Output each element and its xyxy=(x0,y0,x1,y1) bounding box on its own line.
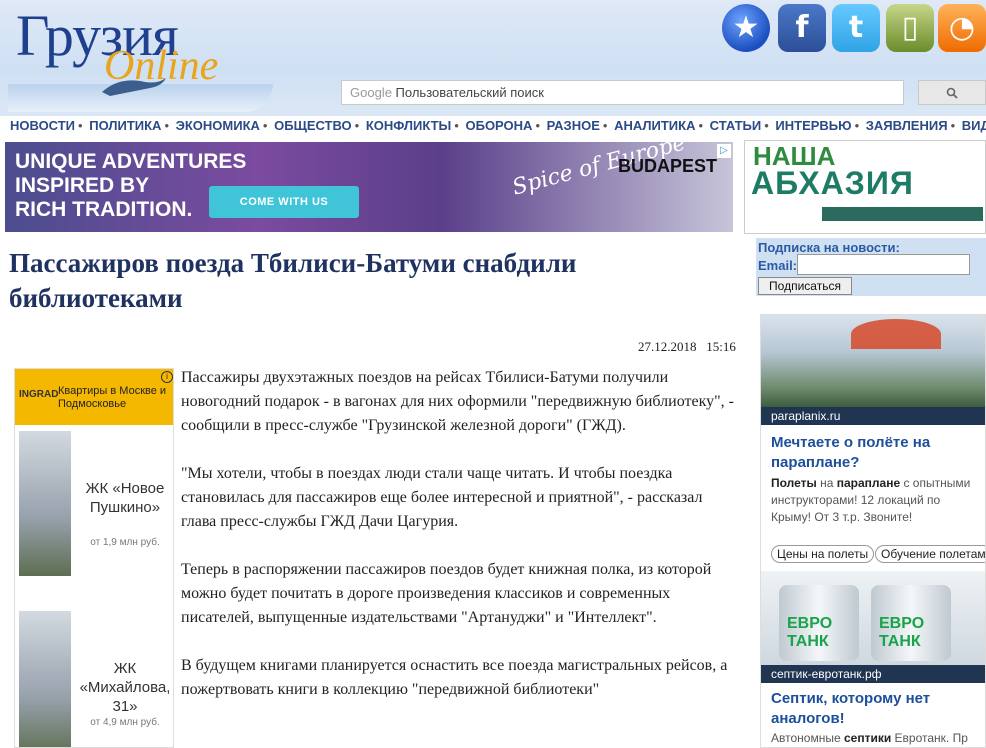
nav-analytics[interactable]: АНАЛИТИКА xyxy=(614,118,695,133)
logo-online: Online xyxy=(104,43,219,89)
article-body: Пассажиры двухэтажных поездов на рейсах … xyxy=(181,366,741,726)
abkhazia-banner[interactable]: НАША АБХАЗИЯ xyxy=(744,140,986,234)
subscribe-button[interactable]: Подписаться xyxy=(758,277,852,295)
search-input[interactable]: Google Пользовательский поиск xyxy=(341,80,904,105)
nav-statements[interactable]: ЗАЯВЛЕНИЯ xyxy=(866,118,948,133)
ad-headline[interactable]: Мечтаете о полёте на параплане? xyxy=(771,433,981,473)
ad-link-training[interactable]: Обучение полетам xyxy=(875,545,985,563)
ad-domain[interactable]: paraplanix.ru xyxy=(761,407,985,425)
tank-image: ЕВРО ТАНК xyxy=(779,585,859,661)
pda-icon[interactable]: ▯ xyxy=(886,4,934,52)
site-header: Грузия Online ★ f t ▯ ◔ Google Пользоват… xyxy=(0,0,986,116)
facebook-icon[interactable]: f xyxy=(778,4,826,52)
nav-video[interactable]: ВИДЕО xyxy=(962,118,986,133)
search-icon xyxy=(946,87,958,99)
ad-headline: Квартиры в Москве и Подмосковье xyxy=(58,385,167,410)
budapest-banner-ad[interactable]: UNIQUE ADVENTURES INSPIRED BY RICH TRADI… xyxy=(5,142,733,232)
tank-image: ЕВРО ТАНК xyxy=(871,585,951,661)
adchoices-icon[interactable]: ▷ xyxy=(717,144,731,158)
nav-articles[interactable]: СТАТЬИ xyxy=(710,118,762,133)
ad-brand: INGRAD xyxy=(19,389,59,400)
banner-budapest-logo: BUDAPEST xyxy=(618,156,718,176)
email-label: Email: xyxy=(758,258,798,273)
ingrad-ad[interactable]: INGRAD Квартиры в Москве и Подмосковье i… xyxy=(14,368,174,748)
abkhazia-line2: АБХАЗИЯ xyxy=(751,165,914,201)
ad-item-price: от 4,9 млн руб. xyxy=(90,717,160,728)
ad-text: Автономные септики Евротанк. Пр xyxy=(771,731,968,745)
nav-economy[interactable]: ЭКОНОМИКА xyxy=(176,118,260,133)
subscribe-box: Подписка на новости: Email: Подписаться xyxy=(756,238,986,296)
ad-text: Полеты на параплане с опытными инструкто… xyxy=(771,476,971,524)
ad-headline[interactable]: Септик, которому нет аналогов! xyxy=(771,689,981,729)
favorite-star-icon[interactable]: ★ xyxy=(722,4,770,52)
twitter-icon[interactable]: t xyxy=(832,4,880,52)
abkhazia-flag-bar xyxy=(753,207,983,221)
paraglider-image xyxy=(761,315,985,407)
ad-link-prices[interactable]: Цены на полеты xyxy=(771,545,875,563)
ad-item-name[interactable]: ЖК «Новое Пушкино» xyxy=(77,479,173,517)
nav-defense[interactable]: ОБОРОНА xyxy=(465,118,532,133)
right-ad-column[interactable]: paraplanix.ru Мечтаете о полёте на парап… xyxy=(760,314,986,748)
nav-politics[interactable]: ПОЛИТИКА xyxy=(89,118,161,133)
article-title: Пассажиров поезда Тбилиси-Батуми снабдил… xyxy=(9,248,577,313)
ad-item-price: от 1,9 млн руб. xyxy=(90,537,160,548)
site-logo[interactable]: Грузия Online xyxy=(8,2,273,114)
nav-misc[interactable]: РАЗНОЕ xyxy=(547,118,600,133)
ad-domain[interactable]: септик-евротанк.рф xyxy=(761,665,985,683)
building-image xyxy=(19,611,71,747)
ad-item-name[interactable]: ЖК «Михайлова, 31» xyxy=(77,659,173,716)
subscribe-label: Подписка на новости: xyxy=(758,240,900,255)
search-button[interactable] xyxy=(918,80,986,105)
nav-news[interactable]: НОВОСТИ xyxy=(10,118,75,133)
email-field[interactable] xyxy=(797,254,970,275)
article-paragraph: "Мы хотели, чтобы в поездах люди стали ч… xyxy=(181,465,703,530)
nav-society[interactable]: ОБЩЕСТВО xyxy=(274,118,352,133)
article-date: 27.12.2018 15:16 xyxy=(638,339,736,354)
info-icon[interactable]: i xyxy=(161,371,173,383)
search-placeholder: Пользовательский поиск xyxy=(395,85,544,100)
article-paragraph: В будущем книгами планируется оснастить … xyxy=(181,657,728,698)
nav-interviews[interactable]: ИНТЕРВЬЮ xyxy=(775,118,851,133)
google-label: Google xyxy=(350,85,392,100)
article-paragraph: Пассажиры двухэтажных поездов на рейсах … xyxy=(181,369,734,434)
rss-icon[interactable]: ◔ xyxy=(938,4,986,52)
banner-cta-button[interactable]: COME WITH US xyxy=(209,186,359,218)
ad-header: INGRAD Квартиры в Москве и Подмосковье i xyxy=(15,369,173,425)
main-nav: НОВОСТИ • ПОЛИТИКА • ЭКОНОМИКА • ОБЩЕСТВО • … xyxy=(0,116,986,136)
nav-conflicts[interactable]: КОНФЛИКТЫ xyxy=(366,118,451,133)
building-image xyxy=(19,431,71,576)
article-paragraph: Теперь в распоряжении пассажиров поездов… xyxy=(181,561,712,626)
